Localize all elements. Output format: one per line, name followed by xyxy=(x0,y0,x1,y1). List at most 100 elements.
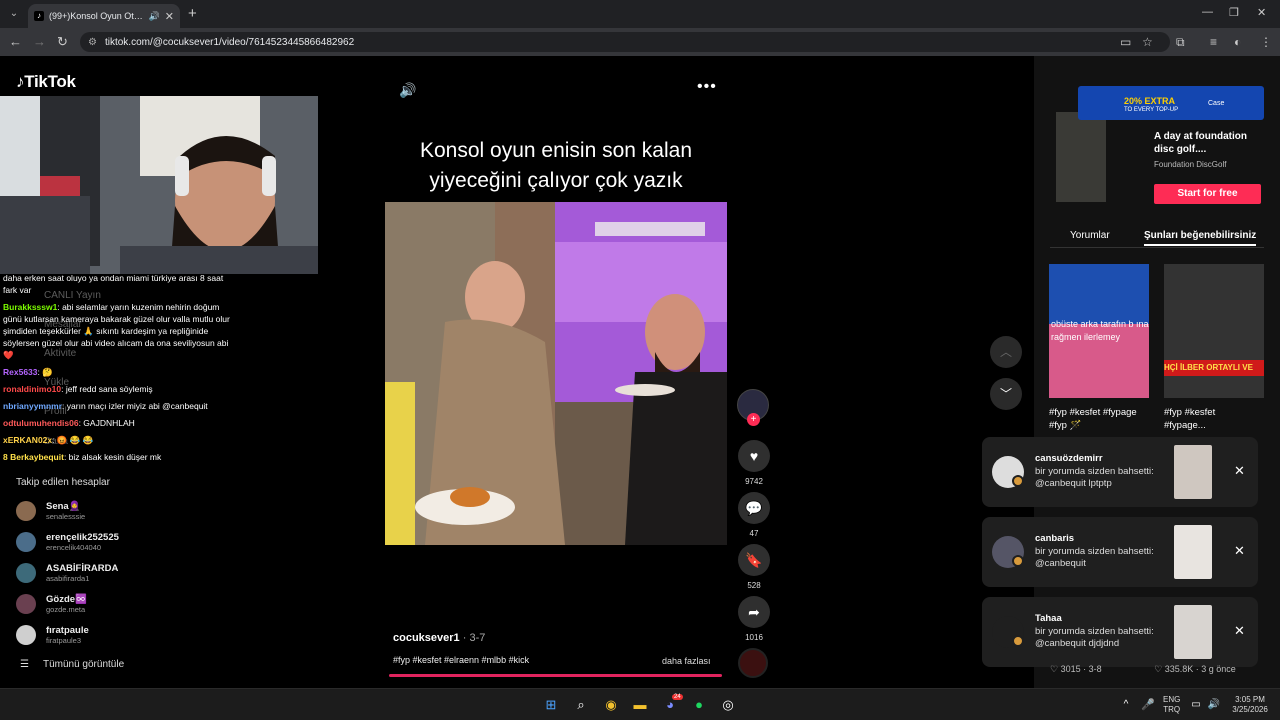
close-icon[interactable]: ✕ xyxy=(1234,623,1245,639)
tab-title: (99+)Konsol Oyun Otelci En... xyxy=(49,11,144,21)
file-explorer-icon[interactable]: ▬ xyxy=(632,697,648,713)
tab-comments[interactable]: Yorumlar xyxy=(1070,230,1110,241)
clock[interactable]: 3:05 PM 3/25/2026 xyxy=(1228,695,1272,715)
chat-user: Rex5633 xyxy=(3,367,38,377)
mention-notification[interactable]: cansuözdemirr bir yorumda sizden bahsett… xyxy=(982,437,1258,507)
chat-user: Burakksssw1 xyxy=(3,302,58,312)
cast-icon[interactable]: ▭ xyxy=(1120,35,1131,49)
discord-badge: 24 xyxy=(672,694,683,700)
video-player[interactable] xyxy=(385,202,727,545)
browser-menu-icon[interactable]: ⋮ xyxy=(1260,35,1272,49)
comment-action[interactable]: 💬 47 xyxy=(734,492,774,538)
like-action[interactable]: ♥ 9742 xyxy=(734,440,774,486)
extensions-icon[interactable]: ⧉ xyxy=(1176,35,1185,50)
chat-text: daha erken saat oluyo ya ondan miami tür… xyxy=(3,273,224,295)
video-author[interactable]: cocuksever1 · 3-7 xyxy=(393,632,485,644)
more-options-icon[interactable]: ••• xyxy=(697,78,717,96)
spotify-icon[interactable]: ● xyxy=(691,697,707,713)
close-icon[interactable]: ✕ xyxy=(1234,463,1245,479)
network-icon[interactable]: ▭ xyxy=(1188,697,1204,713)
followed-account[interactable]: Sena🧕 senalesssie xyxy=(16,497,276,525)
tiktok-logo[interactable]: ♪TikTok xyxy=(16,72,76,92)
bookmark-icon[interactable]: 🔖 xyxy=(738,544,770,576)
share-action[interactable]: ➦ 1016 xyxy=(734,596,774,642)
previous-video-button[interactable]: ︿ xyxy=(990,336,1022,368)
chat-user: xERKAN02x xyxy=(3,435,53,445)
bookmark-star-icon[interactable]: ☆ xyxy=(1142,35,1153,49)
save-action[interactable]: 🔖 528 xyxy=(734,544,774,590)
account-username: firatpaule3 xyxy=(46,636,82,645)
see-all-link[interactable]: ☰ Tümünü görüntüle xyxy=(20,659,124,670)
volume-tray-icon[interactable]: 🔊 xyxy=(1206,697,1222,713)
account-name: Sena🧕 xyxy=(46,501,81,512)
ad-title[interactable]: A day at foundation disc golf.... xyxy=(1154,130,1254,156)
ad-cta-button[interactable]: Start for free xyxy=(1154,184,1261,204)
mention-notification[interactable]: canbaris bir yorumda sizden bahsetti: @c… xyxy=(982,517,1258,587)
suggested-caption[interactable]: #fyp #kesfet #fypage... xyxy=(1164,406,1254,432)
video-progress-bar[interactable] xyxy=(389,674,722,677)
follow-plus-icon[interactable]: + xyxy=(747,413,760,426)
tab-suggested[interactable]: Şunları beğenebilirsiniz xyxy=(1144,230,1257,246)
followed-account[interactable]: ASABİFİRARDA asabifirarda1 xyxy=(16,559,276,587)
notif-text: bir yorumda sizden bahsetti: @canbequit … xyxy=(1035,626,1154,649)
mention-notification[interactable]: Tahaa bir yorumda sizden bahsetti: @canb… xyxy=(982,597,1258,667)
video-caption-overlay: Konsol oyun enisin son kalan yiyeceğini … xyxy=(385,136,727,196)
suggested-video-thumb[interactable]: HÇİ İLBER ORTAYLI VE xyxy=(1164,264,1264,398)
ad-thumbnail[interactable] xyxy=(1056,112,1106,202)
minimize-button[interactable]: — xyxy=(1202,6,1213,18)
suggested-video-thumb[interactable]: obüste arka tarafın b ına rağmen ilerlem… xyxy=(1049,264,1149,398)
stat-right: ♡ 335.8K · 3 g önce xyxy=(1154,664,1236,674)
clock-date: 3/25/2026 xyxy=(1232,705,1268,714)
media-control-icon[interactable]: ≡ xyxy=(1210,35,1217,49)
lang-line: ENG xyxy=(1163,695,1181,704)
forward-button[interactable]: → xyxy=(33,34,46,49)
share-icon[interactable]: ➦ xyxy=(738,596,770,628)
heart-icon[interactable]: ♥ xyxy=(738,440,770,472)
thumb-overlay-text: HÇİ İLBER ORTAYLI VE xyxy=(1164,360,1264,376)
ad-banner[interactable]: 20% EXTRA Case TO EVERY TOP-UP xyxy=(1078,86,1264,120)
music-disc-icon[interactable] xyxy=(738,648,768,678)
account-username: gozde.meta xyxy=(46,605,86,614)
tab-search-icon[interactable]: ⌄ xyxy=(6,6,22,22)
language-indicator[interactable]: ENG TRQ xyxy=(1163,695,1180,715)
search-icon[interactable]: ⌕ xyxy=(573,697,589,713)
volume-icon[interactable]: 🔊 xyxy=(399,82,416,99)
suggested-caption[interactable]: #fyp #kesfet #fypage #fyp 🪄 xyxy=(1049,406,1139,432)
browser-tab-strip: ⌄ ♪ (99+)Konsol Oyun Otelci En... 🔊 ✕ + … xyxy=(0,0,1280,28)
webcam-overlay xyxy=(0,96,318,274)
chat-text: : jeff redd sana söylemiş xyxy=(61,384,153,394)
video-hashtags[interactable]: #fyp #kesfet #elraenn #mlbb #kick xyxy=(393,655,529,665)
followed-account[interactable]: erençelik252525 erencelik404040 xyxy=(16,528,276,556)
close-icon[interactable]: ✕ xyxy=(1234,543,1245,559)
right-panel: 20% EXTRA Case TO EVERY TOP-UP A day at … xyxy=(1034,56,1280,688)
chrome-icon[interactable]: ◉ xyxy=(603,697,619,713)
video-frame xyxy=(385,202,727,545)
site-info-icon[interactable]: ⚙ xyxy=(88,37,97,48)
share-count: 1016 xyxy=(745,633,763,642)
close-tab-icon[interactable]: ✕ xyxy=(165,10,174,23)
new-tab-button[interactable]: + xyxy=(188,5,197,22)
browser-tab[interactable]: ♪ (99+)Konsol Oyun Otelci En... 🔊 ✕ xyxy=(28,4,180,28)
profile-avatar-icon[interactable]: ◐ xyxy=(1234,35,1241,49)
followed-account[interactable]: Gözde♾️ gozde.meta xyxy=(16,590,276,618)
url-bar[interactable]: ⚙ tiktok.com/@cocuksever1/video/76145234… xyxy=(80,32,1170,52)
microphone-icon[interactable]: 🎤 xyxy=(1140,697,1156,713)
next-video-button[interactable]: ﹀ xyxy=(990,378,1022,410)
chat-user: odtulumuhendis06 xyxy=(3,418,79,428)
restore-button[interactable]: ❐ xyxy=(1229,6,1239,19)
mention-badge-icon xyxy=(1012,475,1024,487)
close-window-button[interactable]: ✕ xyxy=(1257,6,1266,19)
account-name: erençelik252525 xyxy=(46,532,119,543)
followed-account[interactable]: fıratpaule firatpaule3 xyxy=(16,621,276,649)
avatar xyxy=(16,532,36,552)
more-description-link[interactable]: daha fazlası xyxy=(662,656,711,666)
comment-icon[interactable]: 💬 xyxy=(738,492,770,524)
tray-chevron-icon[interactable]: ^ xyxy=(1118,697,1134,713)
reload-button[interactable]: ↻ xyxy=(57,34,68,50)
avatar xyxy=(16,563,36,583)
steam-icon[interactable]: ◎ xyxy=(720,697,736,713)
account-name: fıratpaule xyxy=(46,625,89,636)
start-windows-icon[interactable]: ⊞ xyxy=(543,697,559,713)
url-text: tiktok.com/@cocuksever1/video/7614523445… xyxy=(104,36,355,48)
back-button[interactable]: ← xyxy=(9,34,22,49)
